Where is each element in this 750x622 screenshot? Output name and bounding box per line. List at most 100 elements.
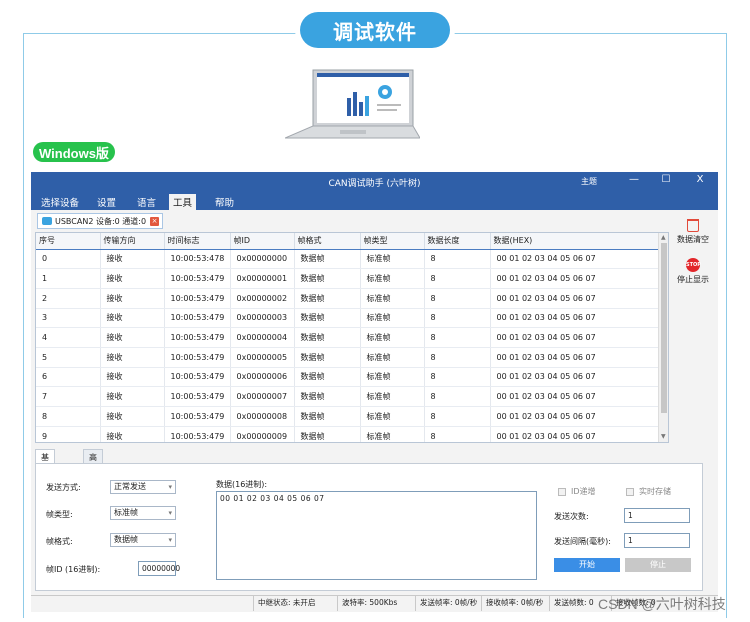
table-cell: 0x00000005 [230, 347, 295, 368]
device-tab[interactable]: USBCAN2 设备:0 通道:0 × [37, 213, 163, 229]
table-row[interactable]: 1 接收 10:00:53:479 0x00000001 数据帧 标准帧 8 00 01 02… [36, 268, 661, 289]
tab-advanced-send[interactable]: 高级发送 [83, 449, 103, 495]
send-count-input[interactable]: 1 [624, 508, 690, 523]
table-cell: 0x00000009 [230, 426, 295, 442]
usb-icon [42, 217, 52, 225]
stop-display-button[interactable]: STOP 停止显示 [672, 258, 714, 285]
col-header-frame-type[interactable]: 帧类型 [360, 233, 425, 250]
col-header-frame-format[interactable]: 帧格式 [294, 233, 361, 250]
table-cell: 8 [424, 406, 491, 427]
window-title: CAN调试助手 (六叶树) [328, 179, 421, 189]
frame-type-select[interactable]: 标准帧 ▾ [110, 506, 176, 520]
table-row[interactable]: 2 接收 10:00:53:479 0x00000002 数据帧 标准帧 8 00 01 02… [36, 288, 661, 309]
frame-format-select[interactable]: 数据帧 ▾ [110, 533, 176, 547]
table-cell: 接收 [100, 327, 165, 348]
table-cell: 00 01 02 03 04 05 06 07 [490, 308, 661, 329]
menu-tools[interactable]: 工具 [169, 194, 197, 210]
table-cell: 接收 [100, 367, 165, 388]
col-header-index[interactable]: 序号 [36, 233, 101, 250]
realtime-save-checkbox[interactable]: 实时存储 [626, 486, 671, 497]
start-button[interactable]: 开始 [554, 558, 620, 572]
table-cell: 8 [424, 288, 491, 309]
table-cell: 00 01 02 03 04 05 06 07 [490, 268, 661, 289]
menu-bar: 选择设备 设置 语言 工具 帮助 [31, 192, 718, 210]
clear-data-button[interactable]: 数据清空 [672, 219, 714, 245]
table-cell: 接收 [100, 249, 165, 270]
menu-language[interactable]: 语言 [133, 195, 160, 210]
col-header-timestamp[interactable]: 时间标志 [164, 233, 231, 250]
scroll-up-icon[interactable]: ▲ [661, 234, 666, 241]
table-cell: 8 [424, 308, 491, 329]
table-cell: 0x00000008 [230, 406, 295, 427]
table-row[interactable]: 8 接收 10:00:53:479 0x00000008 数据帧 标准帧 8 00 01 02… [36, 406, 661, 427]
menu-help[interactable]: 帮助 [211, 195, 238, 210]
frame-id-input[interactable]: 00000000 [138, 561, 180, 576]
table-cell: 接收 [100, 426, 165, 442]
table-cell: 0x00000002 [230, 288, 295, 309]
table-cell: 00 01 02 03 04 05 06 07 [490, 347, 661, 368]
col-header-data-hex[interactable]: 数据(HEX) [490, 233, 661, 250]
scrollbar-thumb[interactable] [661, 243, 667, 413]
table-cell: 10:00:53:479 [164, 268, 231, 289]
close-button[interactable]: X [693, 174, 707, 185]
tab-basic-send[interactable]: 基本发送 [35, 449, 55, 495]
table-cell: 数据帧 [294, 367, 361, 388]
data-input[interactable]: 00 01 02 03 04 05 06 07 [216, 491, 537, 580]
table-cell: 10:00:53:479 [164, 406, 231, 427]
watermark: CSDN @六叶树科技 [598, 596, 726, 612]
table-cell: 标准帧 [360, 347, 425, 368]
table-cell: 数据帧 [294, 268, 361, 289]
chevron-down-icon: ▾ [168, 483, 172, 491]
menu-select-device[interactable]: 选择设备 [37, 195, 83, 210]
id-increment-checkbox[interactable]: ID递增 [558, 486, 596, 497]
can-debug-app-window: CAN调试助手 (六叶树) 主题 — ☐ X 选择设备 设置 语言 工具 帮助 … [31, 172, 718, 612]
table-cell: 标准帧 [360, 406, 425, 427]
col-header-frame-id[interactable]: 帧ID [230, 233, 295, 250]
maximize-button[interactable]: ☐ [659, 174, 673, 185]
table-cell: 5 [36, 347, 101, 368]
table-row[interactable]: 9 接收 10:00:53:479 0x00000009 数据帧 标准帧 8 00 01 02… [36, 426, 661, 442]
table-cell: 00 01 02 03 04 05 06 07 [490, 386, 661, 407]
minimize-button[interactable]: — [627, 174, 641, 185]
table-cell: 8 [424, 327, 491, 348]
table-cell: 数据帧 [294, 308, 361, 329]
table-cell: 接收 [100, 406, 165, 427]
table-row[interactable]: 4 接收 10:00:53:479 0x00000004 数据帧 标准帧 8 00 01 02… [36, 327, 661, 348]
scroll-down-icon[interactable]: ▼ [661, 433, 666, 440]
table-row[interactable]: 7 接收 10:00:53:479 0x00000007 数据帧 标准帧 8 00 01 02… [36, 386, 661, 407]
table-scrollbar[interactable]: ▲ ▼ [658, 233, 668, 442]
chevron-down-icon: ▾ [168, 509, 172, 517]
table-row[interactable]: 3 接收 10:00:53:479 0x00000003 数据帧 标准帧 8 00 01 02… [36, 308, 661, 329]
table-cell: 1 [36, 268, 101, 289]
table-cell: 6 [36, 367, 101, 388]
table-row[interactable]: 0 接收 10:00:53:478 0x00000000 数据帧 标准帧 8 00 01 02… [36, 249, 661, 270]
send-count-label: 发送次数: [554, 512, 589, 521]
table-cell: 10:00:53:479 [164, 288, 231, 309]
theme-menu[interactable]: 主题 [581, 176, 597, 187]
table-cell: 数据帧 [294, 386, 361, 407]
table-cell: 0x00000006 [230, 367, 295, 388]
table-cell: 8 [424, 268, 491, 289]
table-row[interactable]: 5 接收 10:00:53:479 0x00000005 数据帧 标准帧 8 00 01 02… [36, 347, 661, 368]
table-cell: 8 [424, 347, 491, 368]
table-cell: 接收 [100, 288, 165, 309]
table-row[interactable]: 6 接收 10:00:53:479 0x00000006 数据帧 标准帧 8 00 01 02… [36, 367, 661, 388]
clear-data-label: 数据清空 [677, 235, 709, 244]
col-header-direction[interactable]: 传输方向 [100, 233, 165, 250]
menu-settings[interactable]: 设置 [93, 195, 120, 210]
table-cell: 标准帧 [360, 288, 425, 309]
banner-title: 调试软件 [300, 12, 450, 48]
table-cell: 标准帧 [360, 308, 425, 329]
table-cell: 00 01 02 03 04 05 06 07 [490, 327, 661, 348]
trash-icon [687, 219, 699, 232]
send-mode-select[interactable]: 正常发送 ▾ [110, 480, 176, 494]
status-baud: 波特率: 500Kbs [337, 596, 415, 611]
close-tab-icon[interactable]: × [150, 216, 160, 226]
send-interval-input[interactable]: 1 [624, 533, 690, 548]
col-header-data-length[interactable]: 数据长度 [424, 233, 491, 250]
title-bar: CAN调试助手 (六叶树) 主题 — ☐ X [31, 172, 718, 192]
stop-button[interactable]: 停止 [625, 558, 691, 572]
frame-id-label: 帧ID (16进制): [46, 565, 101, 574]
table-cell: 数据帧 [294, 327, 361, 348]
table-header-row: 序号 传输方向 时间标志 帧ID 帧格式 帧类型 数据长度 数据(HEX) [36, 233, 661, 250]
